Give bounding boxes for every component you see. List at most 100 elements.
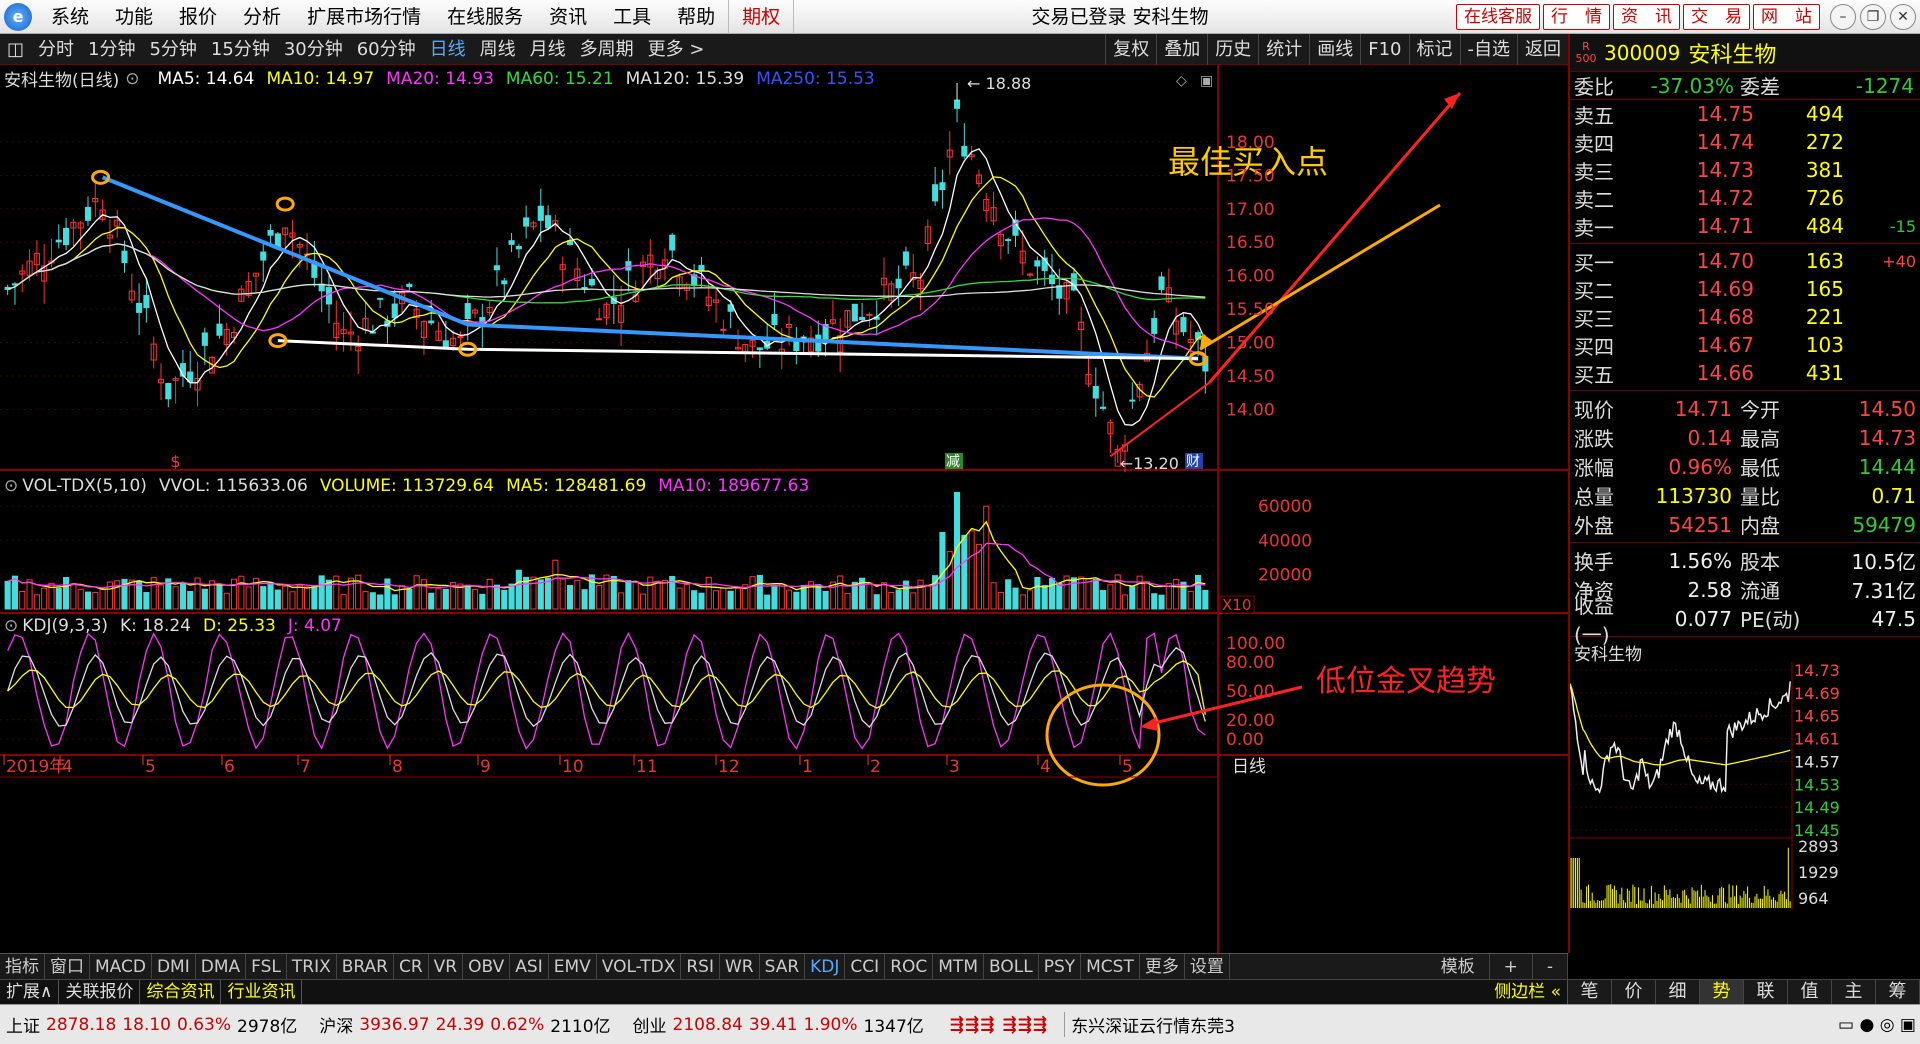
- menu-item-6[interactable]: 资讯: [536, 0, 600, 34]
- quick-button-0[interactable]: 在线客服: [1456, 4, 1540, 30]
- period-tab-7[interactable]: 周线: [473, 34, 523, 65]
- restore-icon[interactable]: ❐: [1860, 4, 1886, 30]
- indicator-tab-16[interactable]: SAR: [760, 953, 806, 980]
- index-sh-name[interactable]: 上证: [6, 1012, 40, 1037]
- chart-tool-5[interactable]: F10: [1360, 34, 1408, 65]
- settings-icon[interactable]: ⊙: [125, 69, 139, 89]
- quote-tab-4[interactable]: 联: [1744, 980, 1788, 1004]
- chart-tool-2[interactable]: 历史: [1207, 34, 1258, 65]
- ext-tab-0[interactable]: 扩展∧: [0, 980, 60, 1004]
- indicator-tool-0[interactable]: 模板: [1427, 953, 1490, 980]
- menu-item-2[interactable]: 报价: [166, 0, 230, 34]
- close-icon[interactable]: ✕: [1890, 4, 1916, 30]
- quick-button-1[interactable]: 行 情: [1543, 4, 1610, 30]
- period-tab-0[interactable]: 分时: [31, 34, 81, 65]
- quick-button-4[interactable]: 网 站: [1753, 4, 1820, 30]
- chart-tool-4[interactable]: 画线: [1309, 34, 1360, 65]
- ext-tab-3[interactable]: 行业资讯: [221, 980, 303, 1004]
- quote-tab-3[interactable]: 势: [1700, 980, 1744, 1004]
- chart-tool-6[interactable]: 标记: [1408, 34, 1460, 65]
- kline-chart[interactable]: 最佳买入点← 18.88←13.20$ 减财◇ ▣ 600004000020000X…: [0, 65, 1568, 953]
- menu-item-3[interactable]: 分析: [230, 0, 294, 34]
- period-tab-4[interactable]: 30分钟: [277, 34, 350, 65]
- period-tab-8[interactable]: 月线: [523, 34, 573, 65]
- indicator-tab-9[interactable]: VR: [429, 953, 464, 980]
- buy-row-3[interactable]: 买四 14.67 103: [1574, 331, 1920, 359]
- indicator-tool-2[interactable]: -: [1533, 953, 1568, 980]
- indicator-tab-20[interactable]: MTM: [933, 953, 984, 980]
- indicator-tab-10[interactable]: OBV: [463, 953, 511, 980]
- indicator-tab-11[interactable]: ASI: [510, 953, 549, 980]
- indicator-tab-22[interactable]: PSY: [1039, 953, 1082, 980]
- quote-tab-2[interactable]: 细: [1656, 980, 1700, 1004]
- indicator-tool-1[interactable]: +: [1490, 953, 1533, 980]
- sidebar-toggle[interactable]: 侧边栏 «: [1488, 980, 1568, 1004]
- quote-tab-1[interactable]: 价: [1612, 980, 1656, 1004]
- indicator-tab-14[interactable]: RSI: [681, 953, 720, 980]
- sell-row-2[interactable]: 卖三 14.73 381: [1574, 156, 1920, 184]
- menu-item-5[interactable]: 在线服务: [434, 0, 536, 34]
- indicator-tab-6[interactable]: TRIX: [287, 953, 337, 980]
- menu-option[interactable]: 期权: [728, 0, 795, 34]
- chart-tool-3[interactable]: 统计: [1258, 34, 1309, 65]
- sell-row-1[interactable]: 卖四 14.74 272: [1574, 128, 1920, 156]
- indicator-tab-18[interactable]: CCI: [845, 953, 886, 980]
- quick-button-3[interactable]: 交 易: [1683, 4, 1750, 30]
- indicator-tab-23[interactable]: MCST: [1081, 953, 1140, 980]
- minimize-icon[interactable]: –: [1830, 4, 1856, 30]
- ext-tab-2[interactable]: 综合资讯: [140, 980, 222, 1004]
- chart-tool-1[interactable]: 叠加: [1156, 34, 1207, 65]
- app-logo-icon[interactable]: e: [4, 2, 32, 31]
- indicator-tab-1[interactable]: 窗口: [45, 953, 90, 980]
- menu-item-4[interactable]: 扩展市场行情: [294, 0, 434, 34]
- panel-toggle-icon[interactable]: ◫: [0, 34, 31, 65]
- buy-row-2[interactable]: 买三 14.68 221: [1574, 303, 1920, 331]
- indicator-tab-7[interactable]: BRAR: [337, 953, 394, 980]
- chart-tool-0[interactable]: 复权: [1105, 34, 1156, 65]
- indicator-tab-17[interactable]: KDJ: [805, 953, 846, 980]
- period-tab-3[interactable]: 15分钟: [204, 34, 277, 65]
- indicator-tab-12[interactable]: EMV: [549, 953, 597, 980]
- indicator-tab-3[interactable]: DMI: [152, 953, 196, 980]
- indicator-tab-15[interactable]: WR: [720, 953, 760, 980]
- sell-row-4[interactable]: 卖一 14.71 484 -15: [1574, 212, 1920, 240]
- indicator-tab-8[interactable]: CR: [394, 953, 429, 980]
- buy-row-1[interactable]: 买二 14.69 165: [1574, 275, 1920, 303]
- period-tab-6[interactable]: 日线: [423, 34, 473, 65]
- quote-tab-5[interactable]: 值: [1788, 980, 1832, 1004]
- chart-tool-7[interactable]: -自选: [1459, 34, 1518, 65]
- menu-item-0[interactable]: 系统: [38, 0, 102, 34]
- quote-tab-0[interactable]: 笔: [1568, 980, 1612, 1004]
- menu-item-7[interactable]: 工具: [600, 0, 664, 34]
- period-tab-9[interactable]: 多周期: [573, 34, 641, 65]
- buy-row-0[interactable]: 买一 14.70 163 +40: [1574, 247, 1920, 275]
- period-tab-1[interactable]: 1分钟: [81, 34, 142, 65]
- period-tab-5[interactable]: 60分钟: [350, 34, 423, 65]
- sell-row-3[interactable]: 卖二 14.72 726: [1574, 184, 1920, 212]
- chart-tool-8[interactable]: 返回: [1517, 34, 1568, 65]
- index-sz-name[interactable]: 沪深: [319, 1012, 353, 1037]
- quote-tab-7[interactable]: 筹: [1876, 980, 1920, 1004]
- indicator-tab-24[interactable]: 更多: [1140, 953, 1185, 980]
- index-cy-name[interactable]: 创业: [633, 1012, 667, 1037]
- menu-item-8[interactable]: 帮助: [664, 0, 728, 34]
- indicator-tab-0[interactable]: 指标: [0, 953, 45, 980]
- buy-row-4[interactable]: 买五 14.66 431: [1574, 359, 1920, 387]
- quote-tab-6[interactable]: 主: [1832, 980, 1876, 1004]
- quick-button-2[interactable]: 资 讯: [1613, 4, 1680, 30]
- settings-icon[interactable]: ⊙: [4, 476, 18, 496]
- ext-tab-1[interactable]: 关联报价: [59, 980, 141, 1004]
- indicator-tab-21[interactable]: BOLL: [984, 953, 1039, 980]
- menu-item-1[interactable]: 功能: [102, 0, 166, 34]
- period-tab-10[interactable]: 更多 >: [641, 34, 712, 65]
- intraday-mini-chart[interactable]: 14.7314.6914.6514.6114.5714.5314.4914.45…: [1569, 661, 1920, 910]
- settings-icon[interactable]: ⊙: [4, 616, 18, 636]
- indicator-tab-5[interactable]: FSL: [246, 953, 287, 980]
- status-icons[interactable]: ▭ ● ◎ ▣: [1838, 1015, 1916, 1035]
- indicator-tab-19[interactable]: ROC: [885, 953, 934, 980]
- indicator-tab-25[interactable]: 设置: [1185, 953, 1230, 980]
- indicator-tab-4[interactable]: DMA: [196, 953, 247, 980]
- period-tab-2[interactable]: 5分钟: [142, 34, 203, 65]
- indicator-tab-2[interactable]: MACD: [90, 953, 152, 980]
- sell-row-0[interactable]: 卖五 14.75 494: [1574, 100, 1920, 128]
